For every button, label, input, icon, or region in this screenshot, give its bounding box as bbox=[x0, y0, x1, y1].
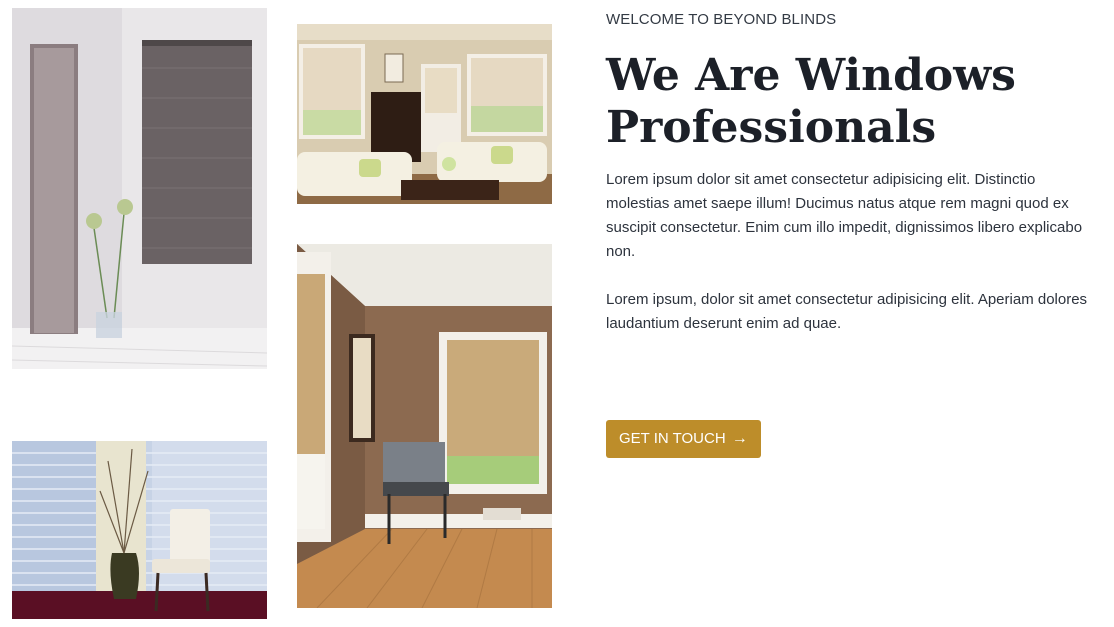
intro-paragraph: Lorem ipsum dolor sit amet consectetur a… bbox=[606, 171, 1083, 260]
photo-living-room-cellular-shades bbox=[297, 24, 552, 204]
page-title: We Are Windows Professionals bbox=[606, 50, 1016, 153]
hero-content: WELCOME TO BEYOND BLINDS We Are Windows … bbox=[606, 10, 1101, 336]
get-in-touch-button[interactable]: GET IN TOUCH → bbox=[606, 420, 761, 458]
photo-brown-room-woven-shades bbox=[297, 244, 552, 608]
get-in-touch-label: GET IN TOUCH bbox=[619, 430, 726, 447]
photo-grey-venetian-blinds bbox=[12, 8, 267, 369]
arrow-right-icon: → bbox=[731, 430, 748, 447]
photo-sheer-shades-chair bbox=[12, 441, 267, 619]
secondary-paragraph: Lorem ipsum, dolor sit amet consectetur … bbox=[606, 291, 1088, 332]
eyebrow-text: WELCOME TO BEYOND BLINDS bbox=[606, 11, 837, 28]
